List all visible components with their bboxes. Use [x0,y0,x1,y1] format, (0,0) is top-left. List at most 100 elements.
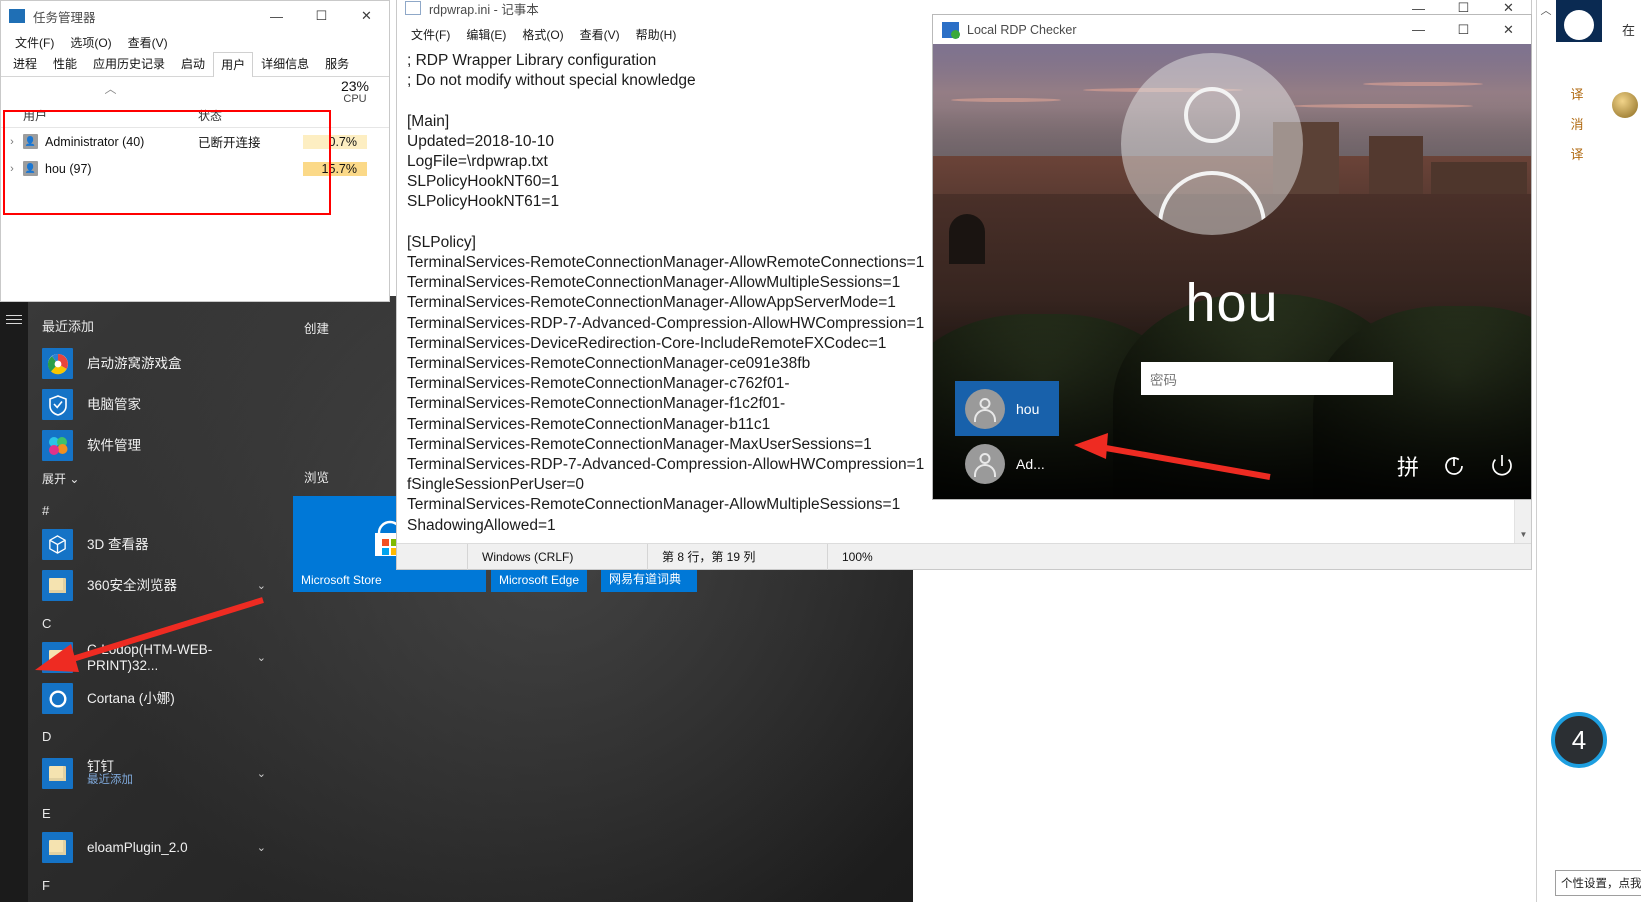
tab-processes[interactable]: 进程 [5,51,45,76]
lock-screen-action-icons[interactable]: 拼 [1397,453,1515,483]
list-item[interactable]: eloamPlugin_2.0 ⌄ [28,827,280,868]
chevron-down-icon[interactable]: ⌄ [257,579,266,592]
tab-services[interactable]: 服务 [317,51,357,76]
chevron-down-icon[interactable]: ⌄ [257,767,266,780]
table-header-row[interactable]: 用户 状态 [1,103,389,128]
list-item[interactable]: 启动游窝游戏盒 [28,343,280,384]
tab-details[interactable]: 详细信息 [253,51,317,76]
list-item[interactable]: 软件管理 [28,425,280,466]
task-manager-window-controls[interactable]: — ☐ ✕ [254,1,389,31]
app-label: 软件管理 [87,437,141,453]
cpu-total-percent: 23% [340,78,370,94]
close-button[interactable]: ✕ [1486,15,1531,45]
tile-label: Microsoft Store [301,573,382,587]
menu-edit[interactable]: 编辑(E) [458,26,514,43]
password-input[interactable]: 密码 [1141,362,1393,395]
close-button[interactable]: ✕ [344,1,389,31]
start-menu-app-list[interactable]: 最近添加 启动游窝游戏盒 电脑管家 软件管理 展开 ⌄ # 3D 查看器 360… [28,296,280,902]
game-box-icon [42,348,73,379]
task-manager-tabs[interactable]: 进程 性能 应用历史记录 启动 用户 详细信息 服务 [1,51,389,77]
column-header-user[interactable]: 用户 [23,107,198,124]
chevron-down-icon: ⌄ [69,472,80,486]
table-row[interactable]: › 👤 Administrator (40) 已断开连接 0.7% [1,128,389,155]
task-manager-title: 任务管理器 [33,10,96,25]
right-partial-window[interactable]: 译 消 译 4 个性设置，点我看看 [1536,0,1641,902]
list-item[interactable]: 360安全浏览器 ⌄ [28,565,280,606]
task-manager-window[interactable]: 任务管理器 — ☐ ✕ 文件(F) 选项(O) 查看(V) 进程 性能 应用历史… [0,0,390,302]
power-icon[interactable] [1489,453,1515,483]
local-rdp-checker-window[interactable]: Local RDP Checker — ☐ ✕ hou 密码 hou Ad...… [932,14,1532,500]
chevron-up-icon[interactable]: ︿ [1536,2,1556,18]
minimize-button[interactable]: — [1396,15,1441,45]
ime-pinyin-icon[interactable]: 拼 [1397,457,1419,479]
user-picker-hou[interactable]: hou [955,381,1059,436]
task-manager-titlebar[interactable]: 任务管理器 — ☐ ✕ [1,1,389,31]
expand-chevron-icon[interactable]: › [1,163,23,175]
list-item[interactable]: 电脑管家 [28,384,280,425]
app-sublabel: 最近添加 [87,774,133,787]
right-window-blue-tile[interactable] [1556,0,1602,42]
notification-badge[interactable]: 4 [1551,712,1607,768]
ease-of-access-icon[interactable] [1441,453,1467,483]
group-letter: # [42,503,50,518]
menu-file[interactable]: 文件(F) [403,26,458,43]
chevron-down-icon[interactable]: ⌄ [257,841,266,854]
expand-toggle[interactable]: 展开 ⌄ [28,466,280,493]
task-manager-icon [9,9,25,23]
notepad-status-bar: Windows (CRLF) 第 8 行，第 19 列 100% [397,543,1531,570]
cloud-stripe [951,98,1061,102]
menu-format[interactable]: 格式(O) [514,26,571,43]
tab-app-history[interactable]: 应用历史记录 [85,51,173,76]
notepad-title: rdpwrap.ini - 记事本 [429,2,539,17]
tab-performance[interactable]: 性能 [45,51,85,76]
scroll-down-icon[interactable]: ▼ [1515,526,1532,543]
user-picker-administrator[interactable]: Ad... [955,436,1059,491]
personalization-tooltip[interactable]: 个性设置，点我看看 [1555,870,1641,896]
lock-screen-username: hou [1185,273,1279,333]
rdp-checker-titlebar[interactable]: Local RDP Checker — ☐ ✕ [933,15,1531,44]
list-item[interactable]: 钉钉 最近添加 ⌄ [28,750,280,796]
tab-users[interactable]: 用户 [213,52,254,77]
maximize-button[interactable]: ☐ [299,1,344,31]
tab-startup[interactable]: 启动 [173,51,213,76]
maximize-button[interactable]: ☐ [1441,15,1486,45]
sort-ascending-icon: ︿ [104,81,117,96]
vertical-text-3: 译 [1570,147,1584,162]
minimize-button[interactable]: — [254,1,299,31]
start-menu-rail[interactable] [0,296,28,902]
lock-screen-canvas[interactable]: hou 密码 hou Ad... 拼 [933,44,1531,499]
cloud-stripe [1363,82,1483,86]
status-position: 第 8 行，第 19 列 [647,543,827,570]
task-manager-users-grid[interactable]: ︿ 23% CPU 用户 状态 › 👤 Administrator (40) 已… [1,77,389,182]
tile-group-title: 浏览 [304,471,330,485]
column-header-status[interactable]: 状态 [198,107,303,124]
list-item[interactable]: C-Lodop(HTM-WEB-PRINT)32... ⌄ [28,637,280,678]
user-icon: 👤 [23,134,38,149]
folder-icon [42,832,73,863]
folder-icon [42,570,73,601]
folder-icon [42,642,73,673]
menu-file[interactable]: 文件(F) [7,34,62,51]
rdp-window-controls[interactable]: — ☐ ✕ [1396,15,1531,45]
expand-chevron-icon[interactable]: › [1,136,23,148]
vertical-text-2: 消 [1570,117,1584,132]
hamburger-icon[interactable] [0,296,28,342]
task-manager-menubar[interactable]: 文件(F) 选项(O) 查看(V) [1,31,389,53]
pc-manager-shield-icon [42,389,73,420]
table-row[interactable]: › 👤 hou (97) 15.7% [1,155,389,182]
menu-view[interactable]: 查看(V) [572,26,628,43]
row-status: 已断开连接 [198,136,261,150]
menu-help[interactable]: 帮助(H) [628,26,685,43]
list-item[interactable]: 3D 查看器 [28,524,280,565]
cloud-stripe [1293,104,1473,108]
chevron-down-icon[interactable]: ⌄ [257,651,266,664]
menu-options[interactable]: 选项(O) [62,34,119,51]
list-item[interactable]: Cortana (小娜) [28,678,280,719]
expand-label: 展开 [42,472,67,486]
user-avatar-icon [965,443,1005,484]
user-avatar-icon [965,388,1005,429]
status-zoom: 100% [827,543,1007,570]
rdp-checker-title: Local RDP Checker [967,22,1077,37]
avatar [1121,53,1303,235]
menu-view[interactable]: 查看(V) [120,34,176,51]
